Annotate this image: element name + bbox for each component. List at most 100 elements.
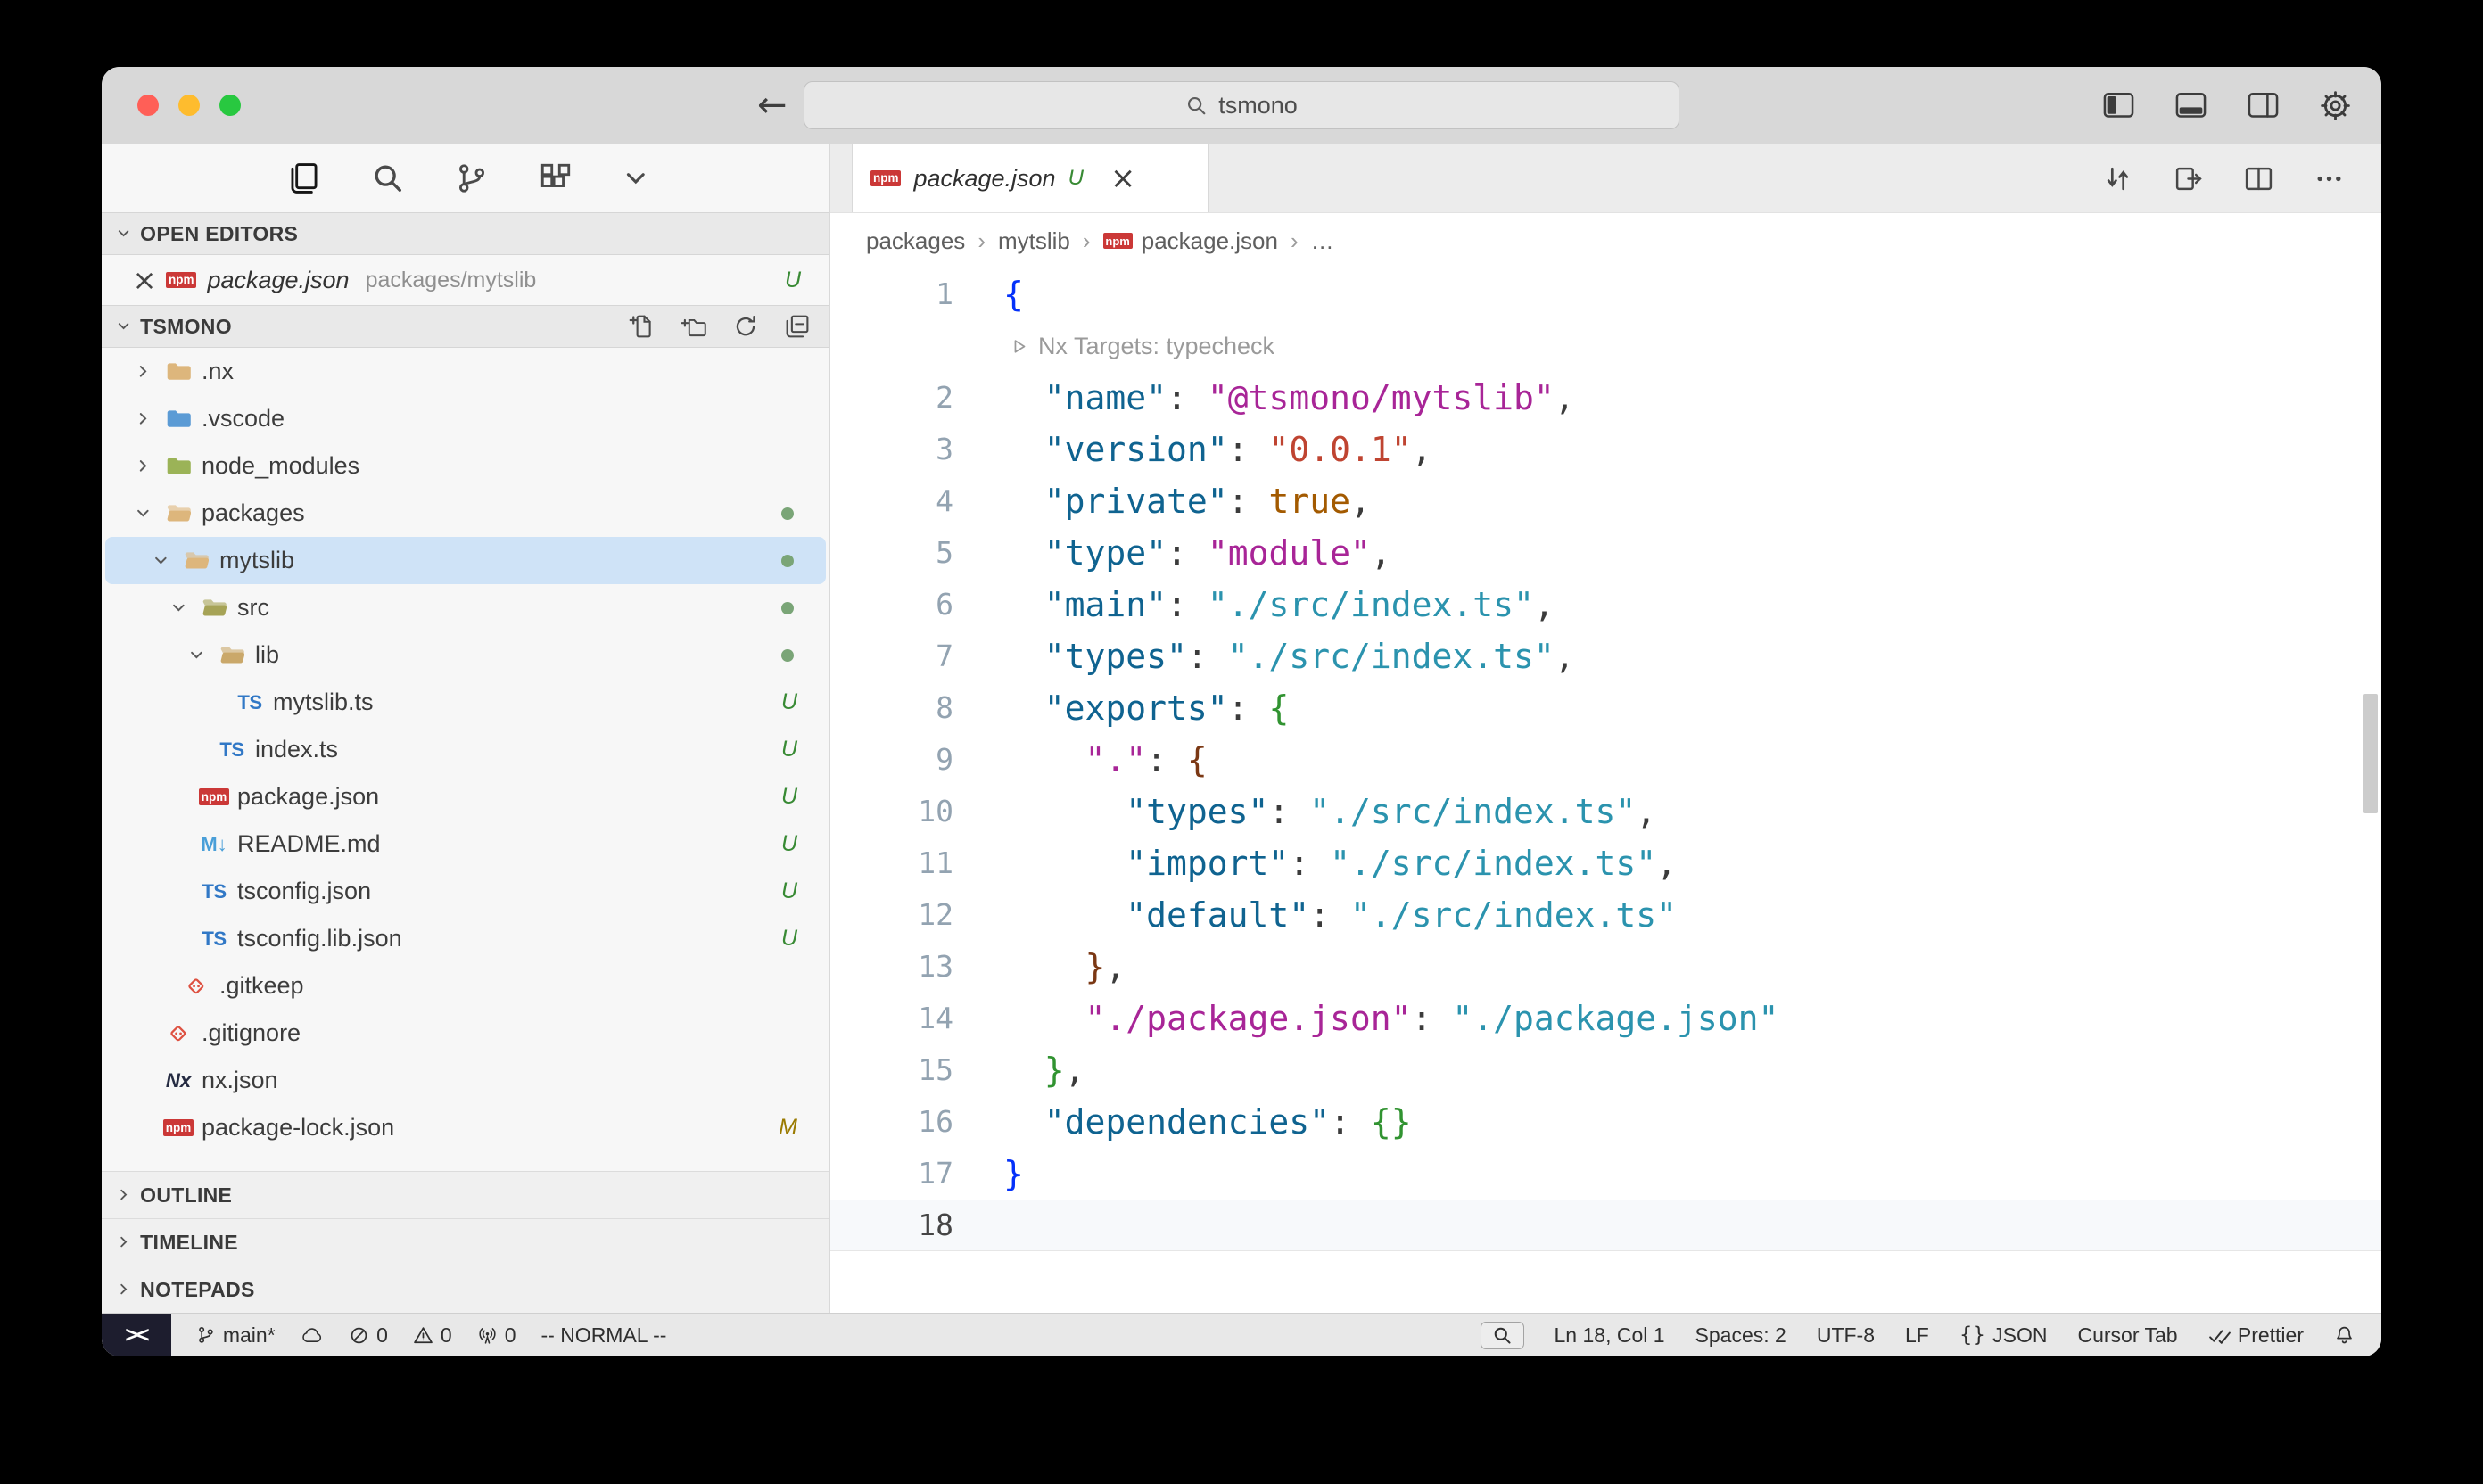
cursor-position[interactable]: Ln 18, Col 1 <box>1555 1323 1665 1348</box>
publish-changes[interactable] <box>301 1327 324 1343</box>
problems-warnings[interactable]: 0 <box>413 1323 452 1348</box>
tree-item-index.ts[interactable]: TSindex.tsU <box>105 726 826 773</box>
layout-panel-icon[interactable] <box>2175 92 2207 119</box>
tree-item-packages[interactable]: packages <box>105 490 826 537</box>
vim-mode[interactable]: -- NORMAL -- <box>540 1323 666 1348</box>
tree-item-node_modules[interactable]: node_modules <box>105 442 826 490</box>
panel-timeline[interactable]: TIMELINE <box>102 1218 829 1266</box>
tree-item-tsconfig.lib.json[interactable]: TStsconfig.lib.jsonU <box>105 915 826 962</box>
settings-gear-icon[interactable] <box>2320 90 2351 121</box>
chevron-right-icon[interactable] <box>127 363 159 380</box>
layout-sidebar-right-icon[interactable] <box>2248 92 2279 119</box>
close-editor-button[interactable]: × <box>125 263 164 297</box>
code-lens-action[interactable]: Nx Targets: typecheck <box>953 333 1274 360</box>
remote-indicator[interactable]: >< <box>102 1314 171 1356</box>
code-line-18[interactable]: 18 <box>830 1200 2381 1251</box>
code-line-17[interactable]: 17} <box>830 1148 2381 1200</box>
notifications-bell[interactable] <box>2334 1325 2355 1346</box>
code-line-7[interactable]: 7 "types": "./src/index.ts", <box>830 631 2381 682</box>
open-changes-icon[interactable] <box>2174 164 2203 194</box>
tree-item-lib[interactable]: lib <box>105 631 826 679</box>
chevron-right-icon <box>116 1234 131 1249</box>
tree-item-README.md[interactable]: M↓README.mdU <box>105 820 826 868</box>
extensions-icon[interactable] <box>539 161 573 195</box>
code-line-14[interactable]: 14 "./package.json": "./package.json" <box>830 993 2381 1044</box>
code-line-16[interactable]: 16 "dependencies": {} <box>830 1096 2381 1148</box>
git-branch[interactable]: main* <box>196 1323 276 1348</box>
code-line-2[interactable]: 2 "name": "@tsmono/mytslib", <box>830 372 2381 424</box>
tree-item-src[interactable]: src <box>105 584 826 631</box>
encoding[interactable]: UTF-8 <box>1817 1323 1875 1348</box>
tree-item-.nx[interactable]: .nx <box>105 348 826 395</box>
breadcrumb-mytslib[interactable]: mytslib <box>998 227 1070 255</box>
refresh-icon[interactable] <box>733 314 758 339</box>
code-line-1[interactable]: 1{ <box>830 268 2381 320</box>
chevron-right-icon[interactable] <box>127 458 159 474</box>
code-line-8[interactable]: 8 "exports": { <box>830 682 2381 734</box>
breadcrumb-package.json[interactable]: npmpackage.json <box>1103 227 1278 255</box>
code-line-15[interactable]: 15 }, <box>830 1044 2381 1096</box>
search-icon[interactable] <box>371 161 405 195</box>
tree-item-mytslib.ts[interactable]: TSmytslib.tsU <box>105 679 826 726</box>
cursor-tab[interactable]: Cursor Tab <box>2077 1323 2177 1348</box>
zoom-indicator[interactable] <box>1481 1322 1524 1349</box>
tree-item-.vscode[interactable]: .vscode <box>105 395 826 442</box>
code-line-9[interactable]: 9 ".": { <box>830 734 2381 786</box>
bell-icon <box>2334 1325 2355 1346</box>
fullscreen-window-button[interactable] <box>219 95 241 116</box>
close-tab-button[interactable]: × <box>1110 161 1136 196</box>
indentation[interactable]: Spaces: 2 <box>1695 1323 1786 1348</box>
vertical-scrollbar[interactable] <box>2363 694 2378 813</box>
arrow-left-icon[interactable]: ← <box>757 85 788 126</box>
panel-notepads[interactable]: NOTEPADS <box>102 1266 829 1313</box>
code-line-11[interactable]: 11 "import": "./src/index.ts", <box>830 837 2381 889</box>
close-window-button[interactable] <box>137 95 159 116</box>
code-lens[interactable]: Nx Targets: typecheck <box>830 320 2381 372</box>
code-line-4[interactable]: 4 "private": true, <box>830 475 2381 527</box>
chevron-down-icon[interactable] <box>180 647 212 664</box>
open-editors-header[interactable]: OPEN EDITORS <box>102 212 829 255</box>
code-line-12[interactable]: 12 "default": "./src/index.ts" <box>830 889 2381 941</box>
tab-package-json[interactable]: npm package.json U × <box>852 144 1209 212</box>
chevron-down-icon[interactable] <box>162 599 194 616</box>
language-mode[interactable]: {}JSON <box>1959 1323 2048 1348</box>
chevron-down-icon[interactable] <box>144 552 177 569</box>
tree-item-nx.json[interactable]: Nxnx.json <box>105 1057 826 1104</box>
tree-item-.gitignore[interactable]: .gitignore <box>105 1010 826 1057</box>
tree-item-tsconfig.json[interactable]: TStsconfig.jsonU <box>105 868 826 915</box>
code-line-6[interactable]: 6 "main": "./src/index.ts", <box>830 579 2381 631</box>
problems-errors[interactable]: 0 <box>349 1323 388 1348</box>
tree-item-package-lock.json[interactable]: npmpackage-lock.jsonM <box>105 1104 826 1151</box>
more-actions-icon[interactable] <box>2314 164 2344 194</box>
tree-item-.gitkeep[interactable]: .gitkeep <box>105 962 826 1010</box>
explorer-section-header[interactable]: TSMONO <box>102 305 829 348</box>
files-icon[interactable] <box>287 161 321 195</box>
formatter-prettier[interactable]: Prettier <box>2208 1323 2304 1348</box>
tree-item-package.json[interactable]: npmpackage.jsonU <box>105 773 826 820</box>
new-file-icon[interactable] <box>629 314 654 339</box>
forwarded-ports[interactable]: 0 <box>477 1323 516 1348</box>
tree-item-mytslib[interactable]: mytslib <box>105 537 826 584</box>
layout-sidebar-icon[interactable] <box>2103 92 2134 119</box>
source-control-icon[interactable] <box>455 161 489 195</box>
minimize-window-button[interactable] <box>178 95 200 116</box>
breadcrumb-…[interactable]: … <box>1311 227 1334 255</box>
chevron-right-icon[interactable] <box>127 410 159 427</box>
breadcrumb-packages[interactable]: packages <box>866 227 965 255</box>
chevron-down-icon[interactable] <box>127 505 159 522</box>
eol[interactable]: LF <box>1905 1323 1929 1348</box>
open-editor-package.json[interactable]: ×npmpackage.jsonpackages/mytslibU <box>102 255 829 305</box>
panel-outline[interactable]: OUTLINE <box>102 1171 829 1218</box>
compare-changes-icon[interactable] <box>2103 164 2132 194</box>
chevron-down-icon[interactable] <box>623 165 649 192</box>
collapse-all-icon[interactable] <box>785 314 810 339</box>
code-line-3[interactable]: 3 "version": "0.0.1", <box>830 424 2381 475</box>
folder-blue-icon <box>159 408 198 429</box>
code-line-13[interactable]: 13 }, <box>830 941 2381 993</box>
npm-icon: npm <box>166 272 196 289</box>
split-editor-icon[interactable] <box>2244 164 2273 194</box>
command-center[interactable]: tsmono <box>804 81 1679 129</box>
new-folder-icon[interactable] <box>681 314 706 339</box>
code-line-10[interactable]: 10 "types": "./src/index.ts", <box>830 786 2381 837</box>
code-line-5[interactable]: 5 "type": "module", <box>830 527 2381 579</box>
